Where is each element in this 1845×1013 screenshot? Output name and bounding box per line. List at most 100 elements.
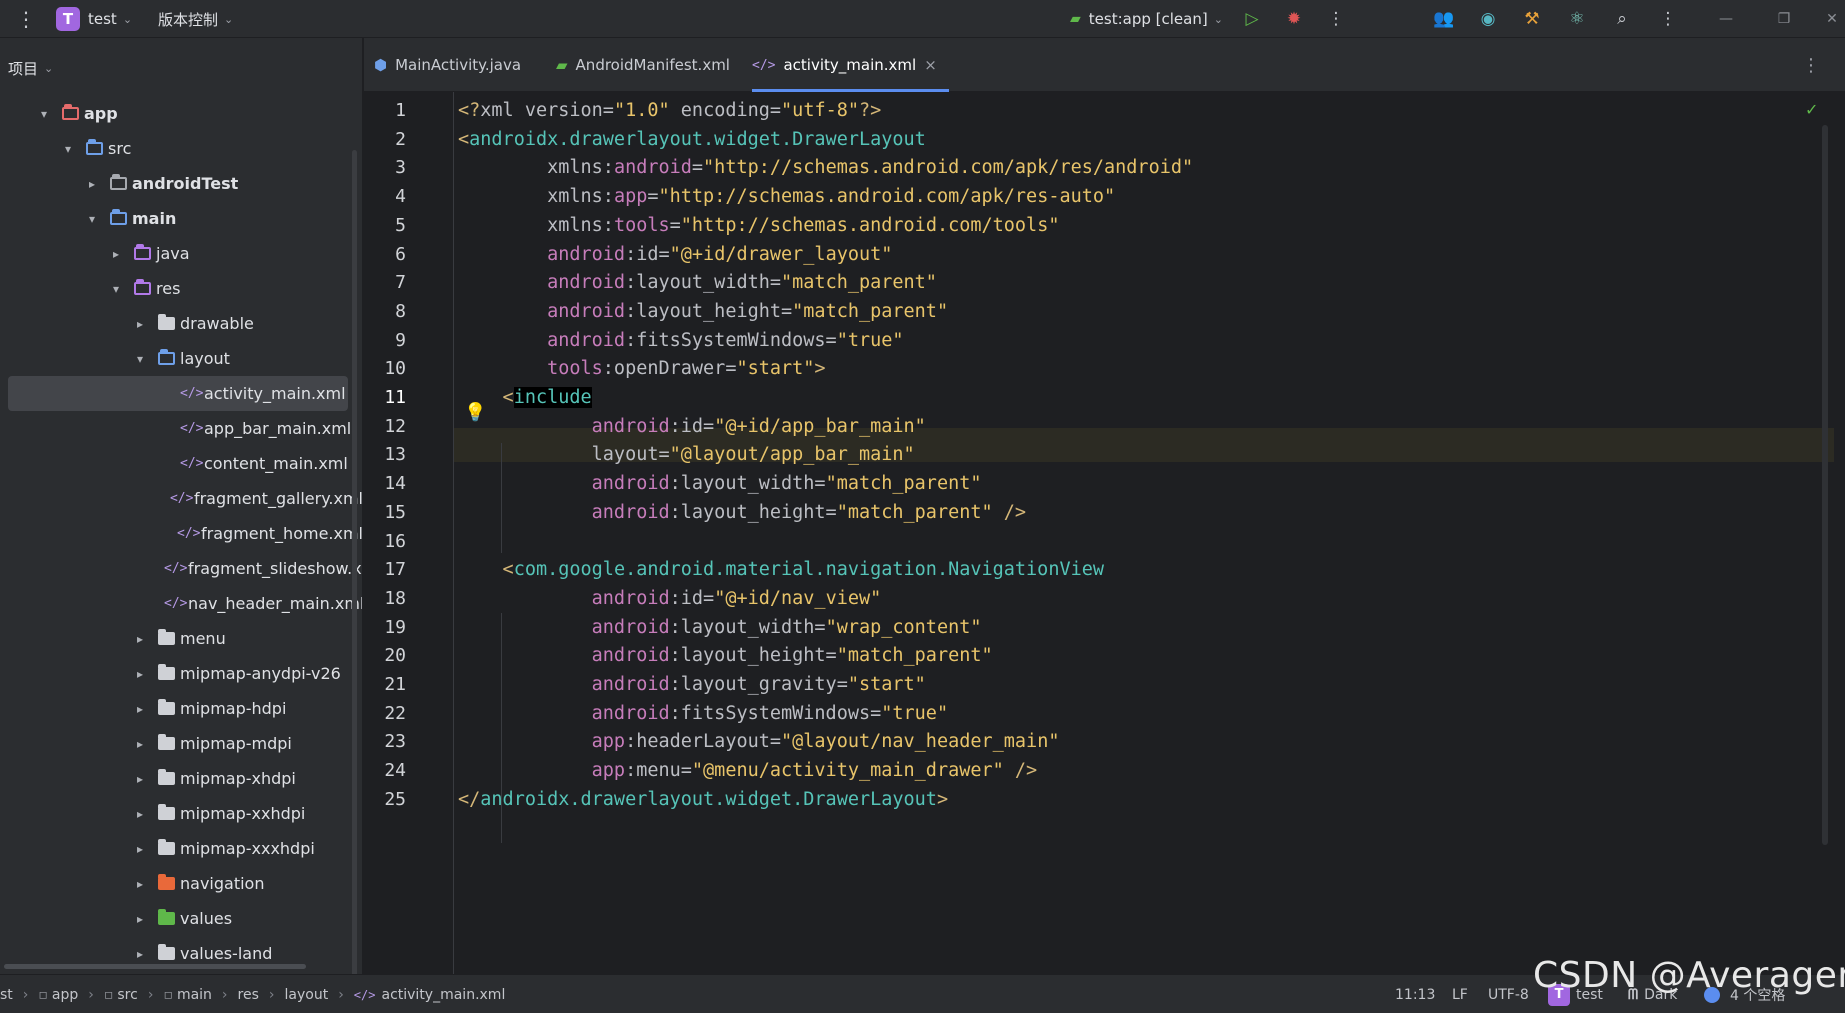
tree-item[interactable]: ▸ androidTest bbox=[0, 166, 362, 201]
lightbulb-icon[interactable]: 💡 bbox=[464, 402, 486, 423]
tree-item[interactable]: ▾ res bbox=[0, 271, 362, 306]
tree-item[interactable]: ▸ mipmap-xxhdpi bbox=[0, 796, 362, 831]
tree-item[interactable]: ▸ drawable bbox=[0, 306, 362, 341]
code-token: android bbox=[613, 157, 692, 179]
tree-item[interactable]: </> fragment_slideshow.xm bbox=[0, 551, 362, 586]
tree-item[interactable]: </> nav_header_main.xml bbox=[0, 586, 363, 621]
restore-icon[interactable]: ❐ bbox=[1772, 7, 1796, 31]
tab-mainactivity[interactable]: ⬢ MainActivity.java bbox=[374, 38, 521, 92]
chevron-right-icon: › bbox=[22, 986, 29, 1003]
main-menu-icon[interactable]: ⋮ bbox=[16, 0, 36, 38]
chevron-right-icon[interactable]: ▸ bbox=[132, 772, 148, 786]
chevron-down-icon[interactable]: ▾ bbox=[36, 107, 52, 121]
folder-icon bbox=[156, 874, 176, 892]
tree-item-label: nav_header_main.xml bbox=[188, 594, 363, 613]
tree-scrollbar[interactable] bbox=[352, 150, 357, 974]
code-editor[interactable]: 1 2 3 4 5 6 7 8 9 10 11 12 13 14 15 16 17 18 19 20 21 22 23 24 2… bbox=[364, 92, 1834, 974]
code-token: com.google.android.material.navigation.N… bbox=[513, 559, 1105, 581]
tree-horizontal-scrollbar[interactable] bbox=[4, 964, 306, 969]
tree-item[interactable]: </> content_main.xml bbox=[0, 446, 362, 481]
project-switcher[interactable]: T test ⌄ bbox=[56, 0, 132, 38]
breadcrumb-item[interactable]: layout bbox=[285, 987, 329, 1003]
tree-item[interactable]: ▸ mipmap-mdpi bbox=[0, 726, 362, 761]
tree-item[interactable]: ▸ mipmap-anydpi-v26 bbox=[0, 656, 362, 691]
tree-item[interactable]: </> activity_main.xml bbox=[8, 376, 348, 411]
project-view-selector[interactable]: 项目 ⌄ bbox=[8, 58, 53, 78]
chevron-down-icon[interactable]: ▾ bbox=[84, 212, 100, 226]
close-tab-icon[interactable]: × bbox=[924, 56, 937, 74]
chevron-right-icon[interactable]: ▸ bbox=[132, 702, 148, 716]
breadcrumb-item[interactable]: res bbox=[238, 987, 259, 1003]
vcs-menu[interactable]: 版本控制 ⌄ bbox=[158, 0, 233, 38]
chevron-right-icon[interactable]: ▸ bbox=[132, 667, 148, 681]
tree-item[interactable]: ▸ mipmap-xhdpi bbox=[0, 761, 362, 796]
device-manager-icon[interactable]: ◉ bbox=[1476, 7, 1500, 31]
breadcrumb-item[interactable]: activity_main.xml bbox=[381, 987, 505, 1003]
tree-item[interactable]: </> fragment_home.xml bbox=[0, 516, 362, 551]
chevron-right-icon[interactable]: ▸ bbox=[132, 842, 148, 856]
chevron-down-icon[interactable]: ▾ bbox=[108, 282, 124, 296]
editor-scrollbar[interactable] bbox=[1822, 125, 1828, 845]
tab-options-icon[interactable]: ⋮ bbox=[1802, 38, 1820, 92]
code-token: /> bbox=[992, 501, 1027, 523]
chevron-right-icon: › bbox=[338, 986, 344, 1003]
chevron-right-icon[interactable]: ▸ bbox=[84, 177, 100, 191]
code-token: android bbox=[458, 473, 670, 495]
tree-item[interactable]: ▸ mipmap-xxxhdpi bbox=[0, 831, 362, 866]
chevron-right-icon[interactable]: ▸ bbox=[132, 807, 148, 821]
tab-androidmanifest[interactable]: ▰ AndroidManifest.xml bbox=[556, 38, 730, 92]
debug-icon[interactable]: ✹ bbox=[1282, 7, 1306, 31]
tree-item[interactable]: ▾ src bbox=[0, 131, 362, 166]
code-token: :layout_width= bbox=[669, 616, 826, 638]
caret-position[interactable]: 11:13 bbox=[1395, 975, 1435, 1013]
tree-item[interactable]: ▸ values bbox=[0, 901, 362, 936]
chevron-down-icon[interactable]: ▾ bbox=[132, 352, 148, 366]
breadcrumb-item[interactable]: st bbox=[0, 987, 13, 1003]
tree-item[interactable]: ▾ main bbox=[0, 201, 362, 236]
tree-item[interactable]: ▾ app bbox=[0, 96, 362, 131]
tab-activity-main[interactable]: </> activity_main.xml × bbox=[752, 38, 949, 92]
code-token: "http://schemas.android.com/apk/res-auto… bbox=[658, 186, 1116, 208]
line-separator[interactable]: LF bbox=[1452, 975, 1468, 1013]
chevron-right-icon[interactable]: ▸ bbox=[132, 317, 148, 331]
tree-item[interactable]: ▸ navigation bbox=[0, 866, 362, 901]
chevron-right-icon[interactable]: ▸ bbox=[132, 947, 148, 961]
file-encoding[interactable]: UTF-8 bbox=[1488, 975, 1529, 1013]
chevron-right-icon[interactable]: ▸ bbox=[132, 877, 148, 891]
chevron-right-icon[interactable]: ▸ bbox=[108, 247, 124, 261]
gemini-icon[interactable]: ⚛ bbox=[1565, 7, 1589, 31]
tree-item[interactable]: ▸ java bbox=[0, 236, 362, 271]
build-tools-icon[interactable]: ⚒ bbox=[1520, 7, 1544, 31]
code-token: "@menu/activity_main_drawer" bbox=[691, 760, 1004, 782]
more-actions-icon[interactable]: ⋮ bbox=[1324, 7, 1348, 31]
run-icon[interactable]: ▷ bbox=[1240, 7, 1264, 31]
tree-item[interactable]: </> app_bar_main.xml bbox=[0, 411, 362, 446]
code-token: xmlns: bbox=[458, 157, 614, 179]
search-icon[interactable]: ⌕ bbox=[1610, 7, 1634, 31]
tree-item[interactable]: ▾ layout bbox=[0, 341, 362, 376]
code-token: app bbox=[458, 731, 626, 753]
project-panel: 项目 ⌄ ▾ app ▾ src ▸ androidTest ▾ main ▸ java ▾ res ▸… bbox=[0, 38, 363, 974]
minimize-icon[interactable]: — bbox=[1714, 7, 1738, 31]
no-problems-icon[interactable]: ✓ bbox=[1805, 100, 1818, 119]
chevron-right-icon[interactable]: ▸ bbox=[132, 632, 148, 646]
chevron-right-icon[interactable]: ▸ bbox=[132, 912, 148, 926]
tree-item[interactable]: ▸ menu bbox=[0, 621, 362, 656]
code-token: android bbox=[458, 645, 670, 667]
breadcrumb-item[interactable]: main bbox=[177, 987, 212, 1003]
code-with-me-icon[interactable]: 👥 bbox=[1432, 7, 1456, 31]
breadcrumb-item[interactable]: app bbox=[52, 987, 78, 1003]
tree-item[interactable]: ▸ mipmap-hdpi bbox=[0, 691, 362, 726]
code-token: "@layout/app_bar_main" bbox=[669, 444, 915, 466]
vcs-update-icon[interactable]: ⋮ bbox=[1656, 7, 1680, 31]
chevron-down-icon[interactable]: ▾ bbox=[60, 142, 76, 156]
code-token: "@+id/nav_view" bbox=[714, 587, 882, 609]
close-icon[interactable]: ✕ bbox=[1820, 7, 1844, 31]
tree-item[interactable]: </> fragment_gallery.xml bbox=[0, 481, 362, 516]
breadcrumb-item[interactable]: src bbox=[117, 987, 137, 1003]
chevron-right-icon[interactable]: ▸ bbox=[132, 737, 148, 751]
code-token: android bbox=[458, 415, 670, 437]
code-token: :fitsSystemWindows= bbox=[625, 329, 837, 351]
xml-file-icon: </> bbox=[180, 386, 204, 401]
run-config-selector[interactable]: ▰ test:app [clean] ⌄ bbox=[1070, 0, 1223, 38]
